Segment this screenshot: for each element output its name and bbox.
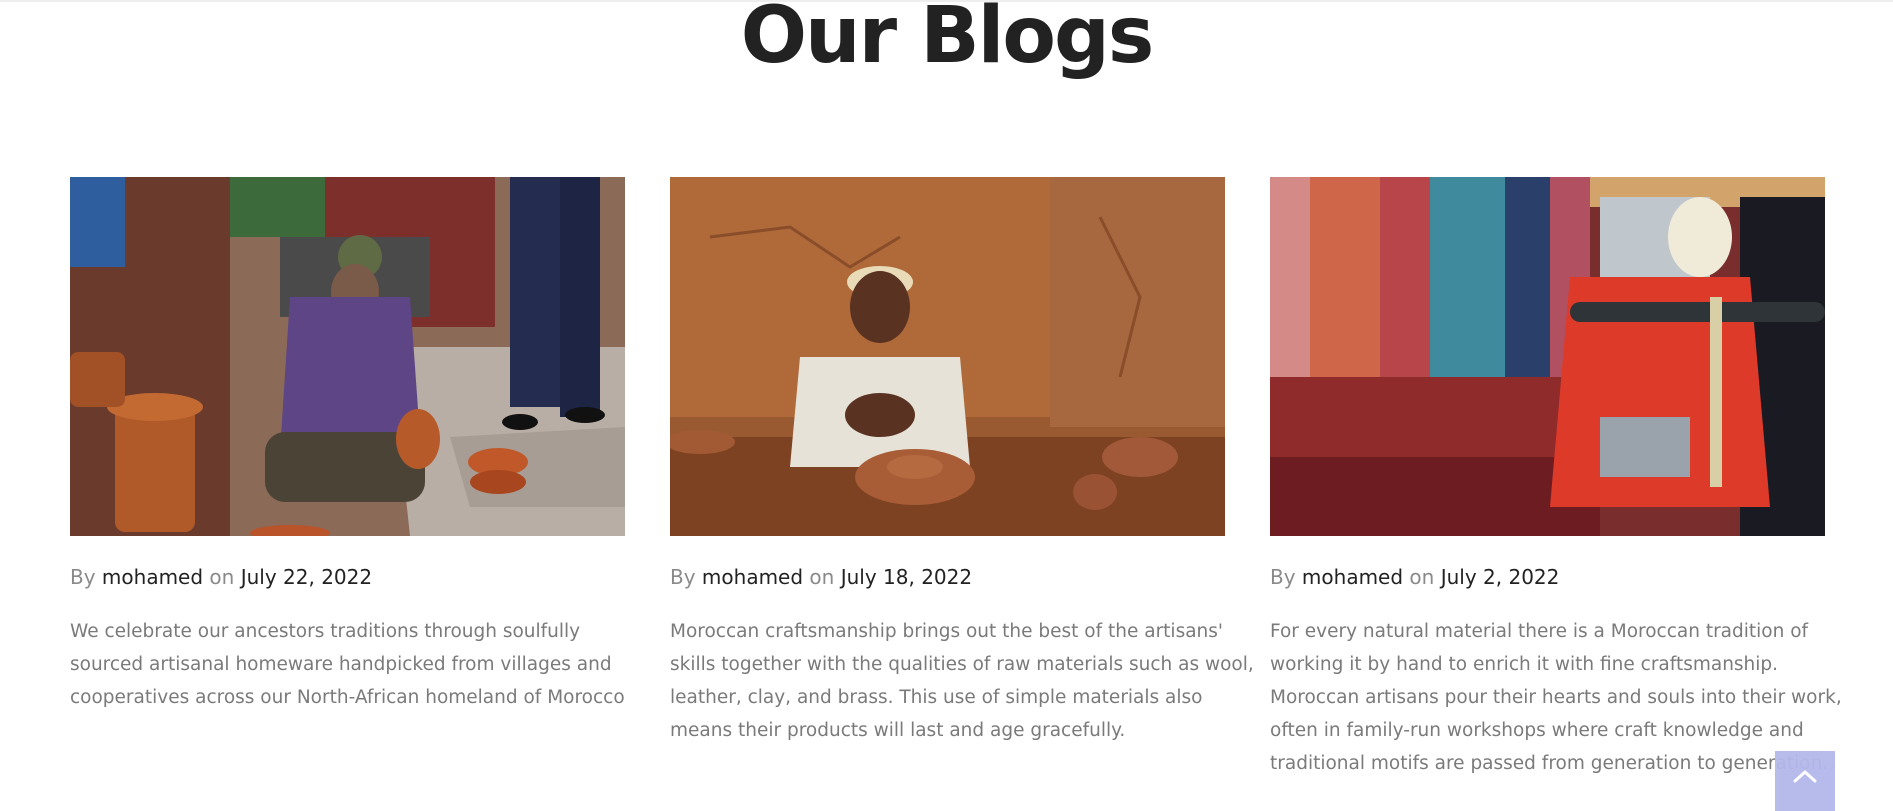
page-title: Our Blogs	[740, 0, 1155, 81]
blog-excerpt: We celebrate our ancestors traditions th…	[70, 615, 625, 714]
excerpt-line: leather, clay, and brass. This use of si…	[670, 687, 1203, 708]
meta-on-label: on	[809, 565, 835, 589]
blog-image-link[interactable]	[70, 177, 625, 536]
excerpt-line: working it by hand to enrich it with fin…	[1270, 654, 1779, 675]
excerpt-line: cooperatives across our North-African ho…	[70, 687, 625, 708]
date-link[interactable]: July 18, 2022	[841, 565, 972, 589]
date-link[interactable]: July 2, 2022	[1441, 565, 1560, 589]
meta-on-label: on	[209, 565, 235, 589]
excerpt-line: skills together with the qualities of ra…	[670, 654, 1254, 675]
date-link[interactable]: July 22, 2022	[241, 565, 372, 589]
excerpt-line: We celebrate our ancestors traditions th…	[70, 621, 581, 642]
copper-artisan-photo	[70, 177, 625, 536]
blog-image-link[interactable]	[670, 177, 1225, 536]
blog-meta: By mohamed on July 2, 2022	[1270, 565, 1825, 589]
excerpt-line: often in family-run workshops where craf…	[1270, 720, 1804, 741]
weaver-artisan-photo	[1270, 177, 1825, 536]
excerpt-line: Moroccan craftsmanship brings out the be…	[670, 621, 1223, 642]
excerpt-line: traditional motifs are passed from gener…	[1270, 753, 1829, 774]
excerpt-line: sourced artisanal homeware handpicked fr…	[70, 654, 612, 675]
excerpt-line: For every natural material there is a Mo…	[1270, 621, 1809, 642]
blog-card: By mohamed on July 22, 2022 We celebrate…	[70, 177, 625, 714]
potter-artisan-photo	[670, 177, 1225, 536]
author-link[interactable]: mohamed	[1302, 565, 1403, 589]
meta-by-label: By	[70, 565, 96, 589]
blog-meta: By mohamed on July 22, 2022	[70, 565, 625, 589]
blog-card: By mohamed on July 18, 2022 Moroccan cra…	[670, 177, 1254, 747]
blog-image-link[interactable]	[1270, 177, 1825, 536]
blog-excerpt: Moroccan craftsmanship brings out the be…	[670, 615, 1254, 747]
author-link[interactable]: mohamed	[102, 565, 203, 589]
blog-card: By mohamed on July 2, 2022 For every nat…	[1270, 177, 1842, 780]
blog-excerpt: For every natural material there is a Mo…	[1270, 615, 1842, 780]
blog-meta: By mohamed on July 18, 2022	[670, 565, 1225, 589]
excerpt-line: means their products will last and age g…	[670, 720, 1126, 741]
meta-by-label: By	[670, 565, 696, 589]
chevron-up-icon	[1793, 770, 1817, 783]
meta-by-label: By	[1270, 565, 1296, 589]
excerpt-line: Moroccan artisans pour their hearts and …	[1270, 687, 1842, 708]
meta-on-label: on	[1409, 565, 1435, 589]
author-link[interactable]: mohamed	[702, 565, 803, 589]
scroll-to-top-button[interactable]	[1775, 751, 1835, 811]
